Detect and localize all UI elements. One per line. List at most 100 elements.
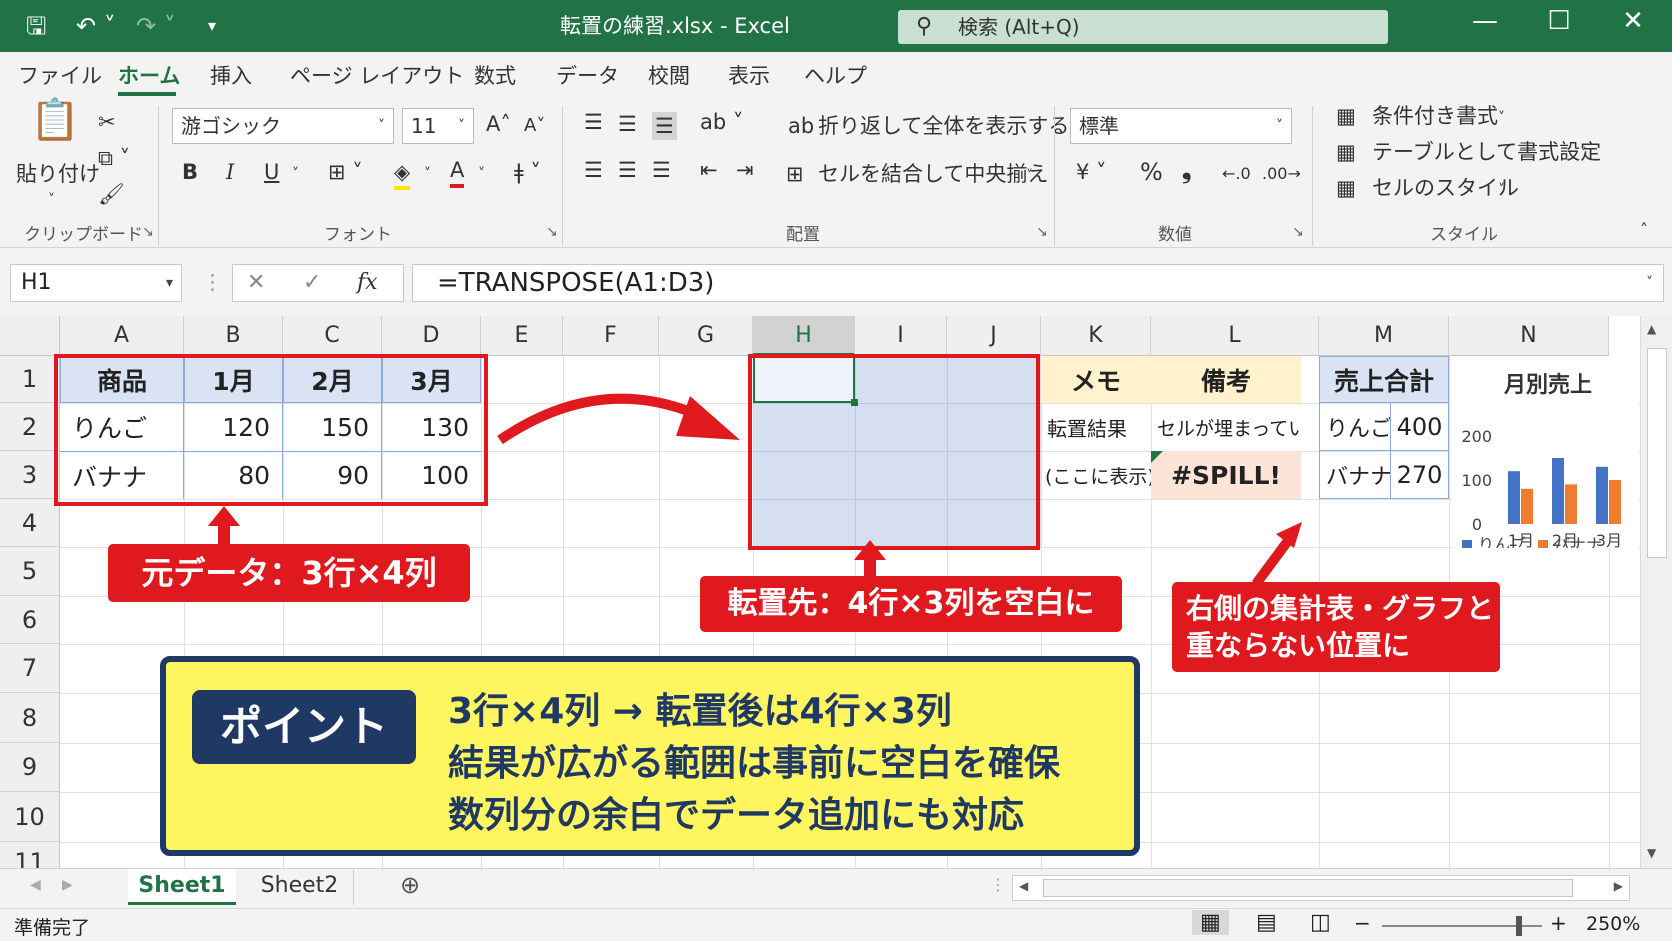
number-launcher-icon[interactable]: ↘: [1292, 224, 1304, 240]
copy-icon[interactable]: ⧉ ˅: [98, 144, 130, 172]
grow-font-icon[interactable]: A˄: [486, 110, 511, 138]
fill-color-icon[interactable]: ◈: [394, 158, 411, 190]
border-icon[interactable]: ⊞ ˅: [328, 158, 363, 186]
search-box[interactable]: ⚲ 検索 (Alt+Q): [898, 10, 1388, 44]
font-color-dropdown-icon[interactable]: ˅: [478, 160, 485, 188]
tab-view[interactable]: 表示: [728, 62, 770, 90]
font-launcher-icon[interactable]: ↘: [546, 224, 558, 240]
conditional-format-icon[interactable]: ▦: [1336, 102, 1356, 130]
conditional-dropdown-icon[interactable]: ˅: [1498, 104, 1505, 132]
format-as-table-button[interactable]: テーブルとして書式設定: [1372, 138, 1601, 166]
format-painter-icon[interactable]: 🖌: [98, 180, 125, 208]
merge-center-icon[interactable]: ⊞: [786, 160, 804, 188]
insert-function-button[interactable]: fx: [357, 265, 378, 301]
alignment-launcher-icon[interactable]: ↘: [1036, 224, 1048, 240]
enter-icon[interactable]: ✓: [303, 265, 321, 301]
table-dropdown-icon[interactable]: ˅: [1580, 140, 1587, 168]
font-color-icon[interactable]: A: [450, 156, 465, 188]
sheet-tab-sheet2[interactable]: Sheet2: [246, 869, 354, 905]
zoom-in-icon[interactable]: +: [1550, 911, 1567, 935]
clipboard-launcher-icon[interactable]: ↘: [142, 224, 154, 240]
decrease-decimal-icon[interactable]: .00→: [1262, 160, 1301, 188]
h-scroll-thumb[interactable]: [1043, 879, 1573, 897]
page-break-icon[interactable]: ◫: [1310, 910, 1331, 935]
minimize-icon[interactable]: —: [1460, 6, 1510, 36]
page-layout-icon[interactable]: ▤: [1256, 910, 1277, 935]
vertical-scrollbar[interactable]: ▲ ▼: [1640, 316, 1672, 868]
prev-sheet-icon[interactable]: ◀: [30, 877, 41, 893]
cell-styles-button[interactable]: セルのスタイル: [1372, 174, 1519, 202]
format-as-table-icon[interactable]: ▦: [1336, 138, 1356, 166]
increase-decimal-icon[interactable]: ←.0: [1222, 160, 1251, 188]
conditional-format-button[interactable]: 条件付き書式: [1372, 102, 1498, 130]
undo-icon[interactable]: ↶ ˅: [76, 10, 116, 42]
percent-button[interactable]: %: [1140, 158, 1163, 186]
scroll-right-icon[interactable]: ▶: [1614, 879, 1623, 893]
number-format-select[interactable]: 標準 ˅: [1070, 108, 1292, 144]
split-handle-icon[interactable]: ⋮: [990, 875, 1006, 894]
close-icon[interactable]: ✕: [1608, 6, 1658, 36]
align-middle-icon[interactable]: ☰: [618, 110, 637, 138]
scroll-down-icon[interactable]: ▼: [1647, 846, 1656, 860]
tab-file[interactable]: ファイル: [18, 62, 102, 90]
save-icon[interactable]: 🖫: [26, 10, 46, 42]
wrap-text-icon[interactable]: ab: [788, 112, 814, 140]
phonetic-icon[interactable]: ǂ ˅: [514, 158, 541, 186]
formula-input[interactable]: =TRANSPOSE(A1:D3) ˅: [412, 264, 1664, 302]
horizontal-scrollbar[interactable]: ◀ ▶: [1012, 875, 1630, 901]
align-bottom-icon[interactable]: ☰: [652, 112, 677, 140]
collapse-ribbon-icon[interactable]: ˄: [1640, 216, 1648, 244]
font-name-select[interactable]: 游ゴシック ˅: [172, 108, 394, 144]
redo-icon[interactable]: ↷ ˅: [136, 10, 176, 42]
fill-dropdown-icon[interactable]: ˅: [424, 160, 431, 188]
orientation-icon[interactable]: ab ˅: [700, 108, 743, 136]
italic-button[interactable]: I: [226, 158, 234, 186]
bold-button[interactable]: B: [182, 158, 198, 186]
tab-review[interactable]: 校閲: [648, 62, 690, 90]
name-box[interactable]: H1 ▾: [10, 264, 182, 302]
scroll-thumb[interactable]: [1647, 348, 1667, 558]
paste-icon[interactable]: 📋: [30, 100, 80, 140]
styles-dropdown-icon[interactable]: ˅: [1498, 176, 1505, 204]
tab-formulas[interactable]: 数式: [474, 62, 516, 90]
merge-dropdown-icon[interactable]: ˅: [1026, 162, 1033, 190]
tab-help[interactable]: ヘルプ: [804, 62, 867, 90]
zoom-slider-thumb[interactable]: [1516, 916, 1522, 936]
align-left-icon[interactable]: ☰: [584, 156, 603, 184]
zoom-out-icon[interactable]: −: [1354, 911, 1371, 935]
next-sheet-icon[interactable]: ▶: [62, 877, 73, 893]
cell-styles-icon[interactable]: ▦: [1336, 174, 1356, 202]
align-top-icon[interactable]: ☰: [584, 108, 603, 136]
paste-button[interactable]: 貼り付け: [16, 160, 100, 188]
scroll-left-icon[interactable]: ◀: [1019, 879, 1028, 893]
merge-center-button[interactable]: セルを結合して中央揃え: [818, 160, 1048, 188]
customize-toolbar-icon[interactable]: ▾: [208, 10, 216, 42]
align-right-icon[interactable]: ☰: [652, 156, 671, 184]
align-center-icon[interactable]: ☰: [618, 156, 637, 184]
normal-view-icon[interactable]: ▦: [1192, 910, 1229, 935]
cut-icon[interactable]: ✂: [98, 108, 116, 136]
maximize-icon[interactable]: ☐: [1534, 6, 1584, 36]
comma-button[interactable]: ❟: [1182, 156, 1191, 184]
decrease-indent-icon[interactable]: ⇤: [700, 156, 718, 184]
expand-formula-icon[interactable]: ˅: [1646, 265, 1653, 301]
underline-dropdown-icon[interactable]: ˅: [292, 160, 299, 188]
currency-icon[interactable]: ¥ ˅: [1076, 158, 1107, 186]
tab-data[interactable]: データ: [556, 62, 619, 90]
wrap-text-button[interactable]: 折り返して全体を表示する: [818, 112, 1069, 140]
point-line-3: 数列分の余白でデータ追加にも対応: [448, 795, 1025, 836]
underline-button[interactable]: U: [264, 158, 279, 186]
scroll-up-icon[interactable]: ▲: [1647, 322, 1656, 336]
zoom-level[interactable]: 250%: [1586, 913, 1640, 935]
tab-insert[interactable]: 挿入: [210, 62, 252, 90]
paste-dropdown-icon[interactable]: ˅: [48, 186, 55, 214]
sheet-tab-sheet1[interactable]: Sheet1: [128, 869, 236, 905]
add-sheet-icon[interactable]: ⊕: [400, 871, 420, 899]
cancel-icon[interactable]: ✕: [247, 265, 265, 301]
tab-home[interactable]: ホーム: [118, 62, 180, 90]
font-size-select[interactable]: 11 ˅: [402, 108, 474, 144]
alignment-group-label: 配置: [786, 225, 820, 245]
tab-page-layout[interactable]: ページ レイアウト: [290, 62, 464, 90]
shrink-font-icon[interactable]: A˅: [524, 112, 545, 140]
increase-indent-icon[interactable]: ⇥: [736, 156, 754, 184]
